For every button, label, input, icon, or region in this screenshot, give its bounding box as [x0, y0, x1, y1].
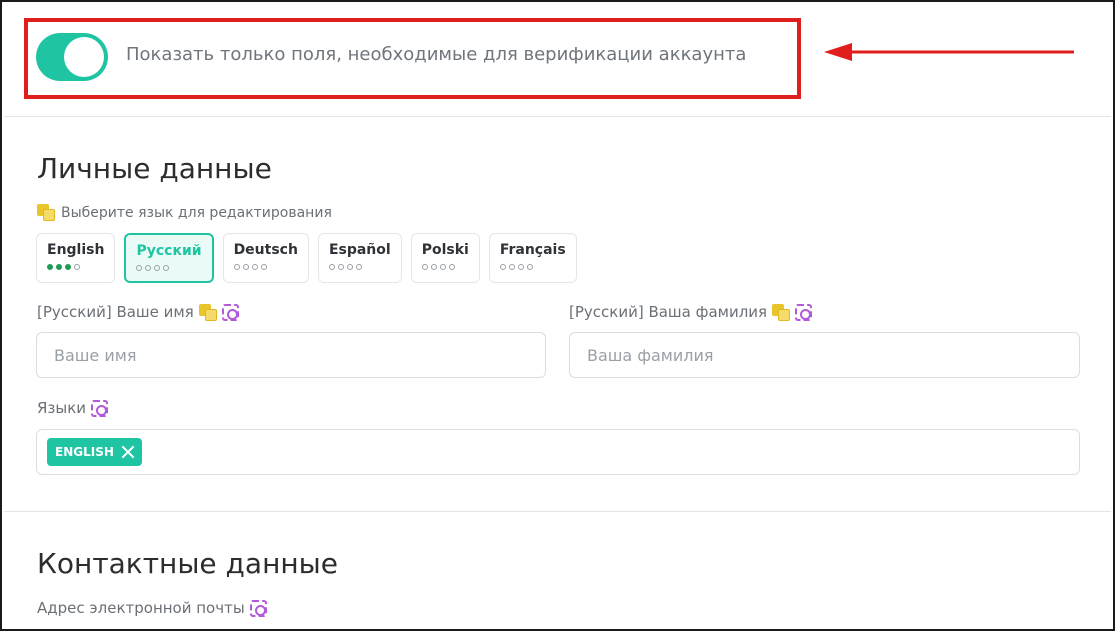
- languages-label: Языки: [37, 399, 109, 417]
- progress-dots: [233, 264, 298, 270]
- email-label: Адрес электронной почты: [37, 599, 267, 617]
- lang-tab-polish[interactable]: Polski: [410, 233, 480, 283]
- last-name-input[interactable]: [569, 332, 1080, 378]
- first-name-label: [Русский] Ваше имя: [37, 303, 239, 321]
- annotation-arrow-icon: [824, 43, 1074, 61]
- last-name-label: [Русский] Ваша фамилия: [569, 303, 813, 321]
- language-hint: Выберите язык для редактирования: [37, 204, 332, 221]
- progress-dots: [499, 264, 566, 270]
- face-scan-icon: [249, 599, 267, 617]
- section-divider: [4, 116, 1111, 117]
- progress-dots: [328, 264, 391, 270]
- translate-icon: [772, 303, 791, 321]
- progress-dots: [136, 265, 201, 271]
- lang-tab-russian[interactable]: Русский: [124, 233, 214, 283]
- contact-data-title: Контактные данные: [37, 547, 339, 580]
- face-scan-icon: [795, 303, 813, 321]
- first-name-input[interactable]: [36, 332, 546, 378]
- settings-screen: Показать только поля, необходимые для ве…: [0, 0, 1115, 631]
- language-hint-text: Выберите язык для редактирования: [61, 204, 332, 221]
- progress-dots: [47, 264, 104, 270]
- highlight-annotation-box: [24, 18, 801, 99]
- translate-icon: [37, 204, 55, 221]
- language-tabs: English Русский Deutsch Español Polski F…: [36, 233, 577, 283]
- languages-multiselect[interactable]: ENGLISH: [36, 429, 1080, 475]
- lang-tab-english[interactable]: English: [36, 233, 116, 283]
- personal-data-title: Личные данные: [37, 152, 272, 185]
- lang-tab-spanish[interactable]: Español: [317, 233, 402, 283]
- lang-tab-french[interactable]: Français: [488, 233, 577, 283]
- lang-tab-german[interactable]: Deutsch: [222, 233, 309, 283]
- face-scan-icon: [221, 303, 239, 321]
- section-divider: [4, 511, 1111, 512]
- remove-chip-icon[interactable]: [120, 444, 136, 460]
- progress-dots: [421, 264, 469, 270]
- language-chip-english: ENGLISH: [47, 438, 142, 466]
- face-scan-icon: [91, 399, 109, 417]
- translate-icon: [198, 303, 217, 321]
